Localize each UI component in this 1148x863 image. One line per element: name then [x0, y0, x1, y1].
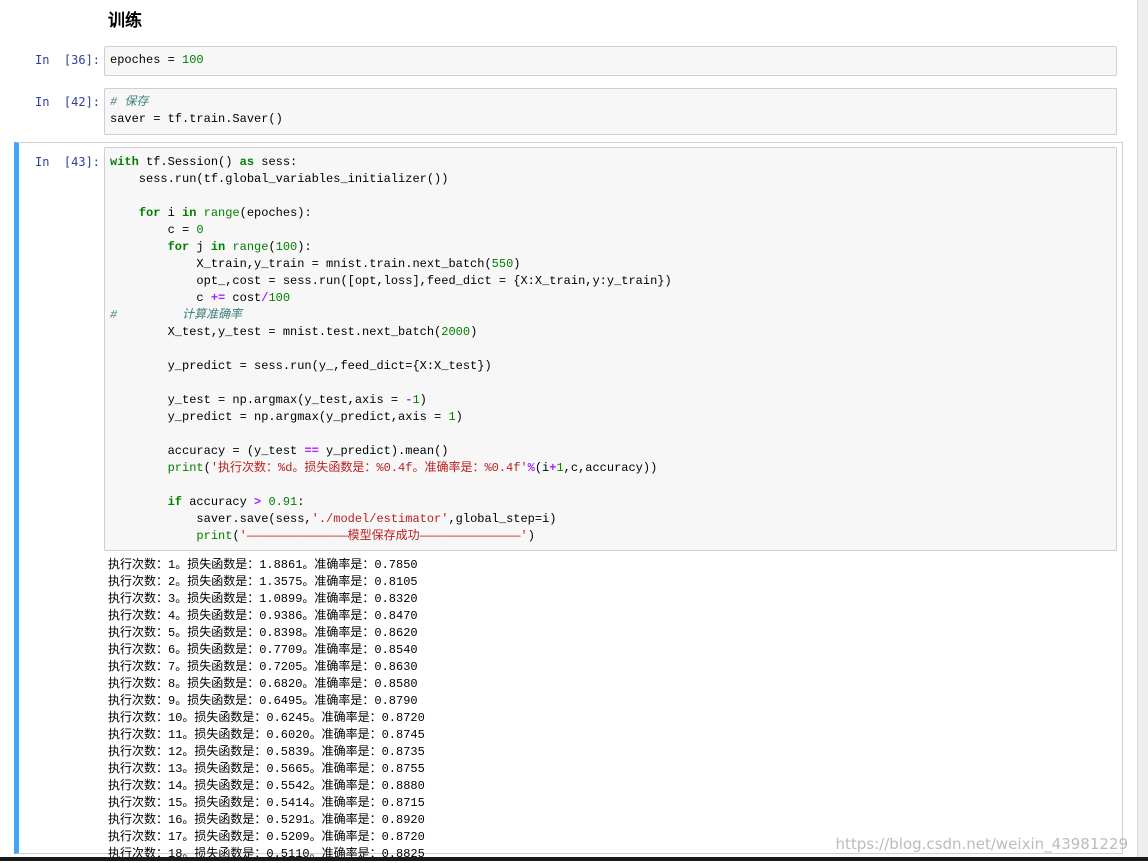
output-line: 执行次数：13。损失函数是：0.5665。准确率是：0.8755	[108, 762, 425, 776]
output-line: 执行次数：9。损失函数是：0.6495。准确率是：0.8790	[108, 694, 418, 708]
output-line: 执行次数：3。损失函数是：1.0899。准确率是：0.8320	[108, 592, 418, 606]
output-line: 执行次数：14。损失函数是：0.5542。准确率是：0.8880	[108, 779, 425, 793]
bottom-edge-bar	[0, 857, 1148, 861]
output-line: 执行次数：4。损失函数是：0.9386。准确率是：0.8470	[108, 609, 418, 623]
cell-prompt-42: In [42]:	[35, 95, 101, 109]
output-line: 执行次数：11。损失函数是：0.6020。准确率是：0.8745	[108, 728, 425, 742]
output-line: 执行次数：5。损失函数是：0.8398。准确率是：0.8620	[108, 626, 418, 640]
output-line: 执行次数：17。损失函数是：0.5209。准确率是：0.8720	[108, 830, 425, 844]
cell-code-42[interactable]: # 保存 saver = tf.train.Saver()	[110, 94, 283, 128]
notebook-area: 训练 In [36]: epoches = 100 In [42]: # 保存 …	[0, 0, 1138, 861]
output-line: 执行次数：2。损失函数是：1.3575。准确率是：0.8105	[108, 575, 418, 589]
output-line: 执行次数：12。损失函数是：0.5839。准确率是：0.8735	[108, 745, 425, 759]
markdown-heading: 训练	[108, 11, 142, 31]
output-line: 执行次数：6。损失函数是：0.7709。准确率是：0.8540	[108, 643, 418, 657]
cell-output: 执行次数：1。损失函数是：1.8861。准确率是：0.7850 执行次数：2。损失…	[108, 557, 425, 863]
output-line: 执行次数：16。损失函数是：0.5291。准确率是：0.8920	[108, 813, 425, 827]
output-line: 执行次数：15。损失函数是：0.5414。准确率是：0.8715	[108, 796, 425, 810]
cell-code-36[interactable]: epoches = 100	[110, 52, 204, 69]
cell-code-43[interactable]: with tf.Session() as sess: sess.run(tf.g…	[110, 154, 672, 545]
output-line: 执行次数：1。损失函数是：1.8861。准确率是：0.7850	[108, 558, 418, 572]
output-line: 执行次数：7。损失函数是：0.7205。准确率是：0.8630	[108, 660, 418, 674]
cell-prompt-36: In [36]:	[35, 53, 101, 67]
code-cell-36[interactable]	[104, 46, 1117, 76]
output-line: 执行次数：8。损失函数是：0.6820。准确率是：0.8580	[108, 677, 418, 691]
output-line: 执行次数：10。损失函数是：0.6245。准确率是：0.8720	[108, 711, 425, 725]
vertical-scrollbar[interactable]	[1137, 0, 1148, 861]
watermark: https://blog.csdn.net/weixin_43981229	[835, 835, 1128, 853]
cell-prompt-43: In [43]:	[35, 155, 101, 169]
